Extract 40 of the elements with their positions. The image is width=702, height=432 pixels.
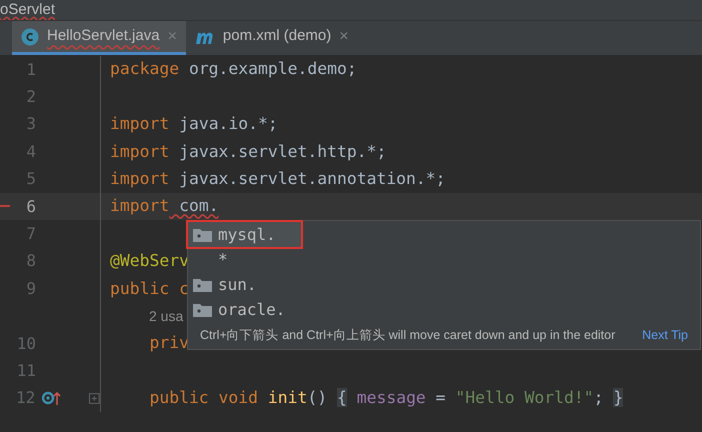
code-line: package org.example.demo; xyxy=(109,58,357,80)
line-number: 7 xyxy=(25,223,36,246)
line-number: 2 xyxy=(25,86,36,108)
completion-item[interactable]: oracle. xyxy=(188,297,700,322)
line-number: 9 xyxy=(25,278,36,300)
line-number: 5 xyxy=(25,168,36,190)
breadcrumb[interactable]: oServlet xyxy=(0,0,56,20)
line-number: 4 xyxy=(25,140,36,163)
code-line: @WebServ xyxy=(109,250,189,272)
line-number: 11 xyxy=(16,360,36,382)
next-tip-link[interactable]: Next Tip xyxy=(642,326,688,344)
tab-label: pom.xml (demo) xyxy=(222,26,332,46)
code-line: import javax.servlet.annotation.*; xyxy=(109,168,446,190)
folder-icon xyxy=(193,302,212,317)
line-number: 3 xyxy=(25,113,36,136)
code-line: public void init() { message = "Hello World!"; } xyxy=(148,387,624,410)
close-icon[interactable]: × xyxy=(339,24,349,48)
line-number: 1 xyxy=(25,58,36,81)
fold-icon[interactable] xyxy=(89,392,100,404)
usages-hint[interactable]: 2 usa xyxy=(101,306,184,327)
override-icon xyxy=(42,390,62,406)
code-line: import java.io.*; xyxy=(109,113,278,136)
tip-text: Ctrl+向下箭头 and Ctrl+向上箭头 will move caret down and up in the editor xyxy=(200,326,616,344)
line-number: 10 xyxy=(16,332,36,355)
line-number: 12 xyxy=(15,387,36,410)
folder-icon xyxy=(193,277,212,292)
class-icon xyxy=(21,28,39,46)
completion-item[interactable]: mysql. xyxy=(188,222,301,247)
editor-tab[interactable]: pom.xml (demo) × xyxy=(186,21,358,55)
completion-item[interactable]: * xyxy=(188,247,700,272)
line-number: 6 xyxy=(25,196,36,218)
folder-icon xyxy=(193,227,212,242)
line-number: 8 xyxy=(25,250,36,272)
completion-item[interactable]: sun. xyxy=(188,272,700,297)
code-line: public c xyxy=(109,278,189,300)
editor-tab[interactable]: HelloServlet.java × xyxy=(12,21,186,55)
code-line: import javax.servlet.http.*; xyxy=(109,140,386,163)
code-line: import com. xyxy=(109,195,219,218)
tab-label: HelloServlet.java xyxy=(47,26,160,46)
code-line: priv xyxy=(148,332,189,354)
